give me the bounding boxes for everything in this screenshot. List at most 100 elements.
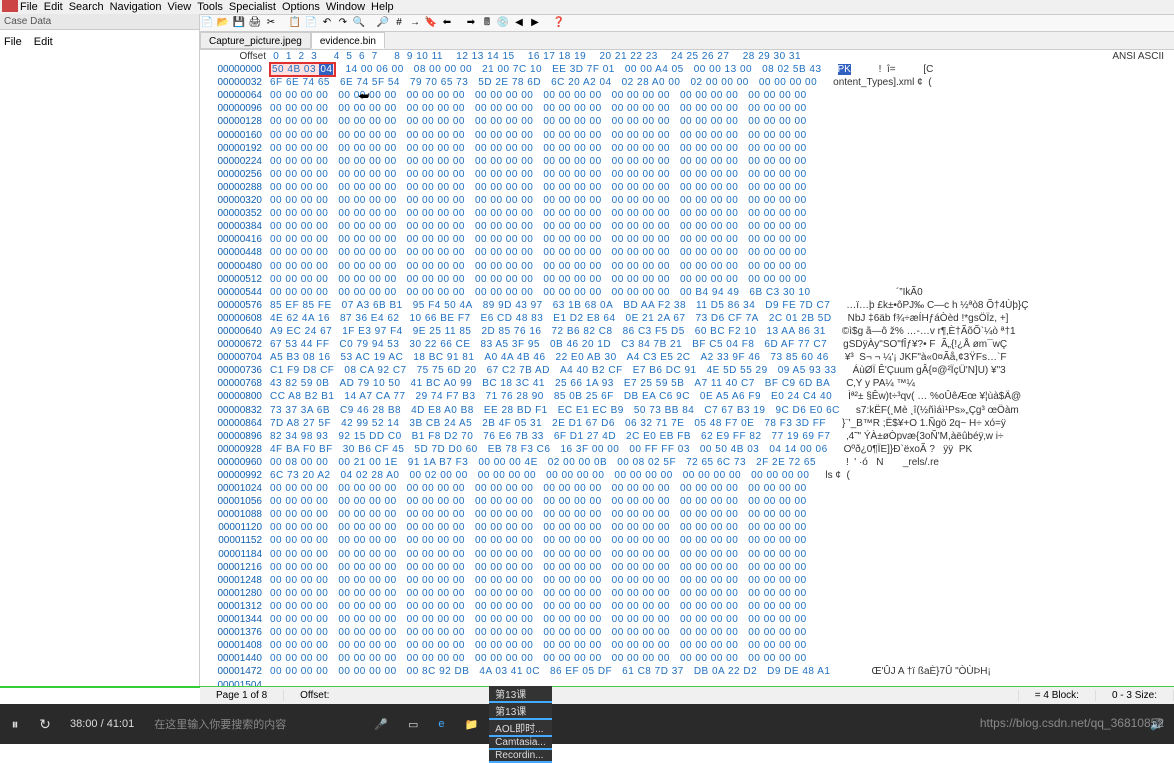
hex-row[interactable]: 0000147200 00 00 0000 00 00 0000 8C 92 D… xyxy=(200,665,1174,678)
hex-row[interactable]: 00000640A9 EC 24 671F E3 97 F49E 25 11 8… xyxy=(200,325,1174,338)
hex-row[interactable]: 00001504 xyxy=(200,679,1174,687)
menu-tools[interactable]: Tools xyxy=(197,1,223,13)
tab-capture_picture-jpeg[interactable]: Capture_picture.jpeg xyxy=(200,32,311,49)
hex-row[interactable]: 0000108800 00 00 0000 00 00 0000 00 00 0… xyxy=(200,508,1174,521)
taskbar-app[interactable]: 第13课 xyxy=(489,703,552,720)
hex-row[interactable]: 0000131200 00 00 0000 00 00 0000 00 00 0… xyxy=(200,600,1174,613)
menu-search[interactable]: Search xyxy=(69,1,104,13)
hex-row[interactable]: 0000012800 00 00 0000 00 00 0000 00 00 0… xyxy=(200,115,1174,128)
hex-view[interactable]: ⮨ Offset 0 1 2 3 4 5 6 7 8 9 10 11 12 13… xyxy=(200,50,1174,686)
mic-icon[interactable]: 🎤 xyxy=(364,704,398,744)
hex-row[interactable]: 0000115200 00 00 0000 00 00 0000 00 00 0… xyxy=(200,534,1174,547)
hex-row[interactable]: 00000704A5 B3 08 1653 AC 19 AC18 BC 91 8… xyxy=(200,351,1174,364)
hex-row[interactable]: 0000137600 00 00 0000 00 00 0000 00 00 0… xyxy=(200,626,1174,639)
task-view-icon[interactable]: ▭ xyxy=(398,704,428,744)
hex-row[interactable]: 0000112000 00 00 0000 00 00 0000 00 00 0… xyxy=(200,521,1174,534)
redo-icon[interactable]: ↷ xyxy=(336,16,350,30)
taskbar-app[interactable]: Camtasia... xyxy=(489,737,552,750)
side-edit-menu[interactable]: Edit xyxy=(34,36,53,48)
menu-options[interactable]: Options xyxy=(282,1,320,13)
menu-file[interactable]: File xyxy=(20,1,38,13)
nav-left-icon[interactable]: ◀ xyxy=(512,16,526,30)
taskbar-app[interactable]: AOL即时... xyxy=(489,720,552,737)
hex-row[interactable]: 0000022400 00 00 0000 00 00 0000 00 00 0… xyxy=(200,155,1174,168)
replay-icon[interactable]: ↻ xyxy=(30,716,60,733)
find-icon[interactable]: 🔎 xyxy=(376,16,390,30)
edge-icon[interactable]: e xyxy=(428,704,454,744)
taskbar: ⏸ ↻ 38:00 / 41:01 在这里输入你要搜索的内容 🎤 ▭ e 📁 第… xyxy=(0,704,1174,744)
menu-help[interactable]: Help xyxy=(371,1,394,13)
hex-row[interactable]: 0000121600 00 00 0000 00 00 0000 00 00 0… xyxy=(200,561,1174,574)
hex-row[interactable]: 0000118400 00 00 0000 00 00 0000 00 00 0… xyxy=(200,548,1174,561)
hex-row[interactable]: 0000105600 00 00 0000 00 00 0000 00 00 0… xyxy=(200,495,1174,508)
back-icon[interactable]: ⬅ xyxy=(440,16,454,30)
hex-row[interactable]: 0000025600 00 00 0000 00 00 0000 00 00 0… xyxy=(200,168,1174,181)
watermark: https://blog.csdn.net/qq_36810852 xyxy=(980,716,1164,730)
menu-edit[interactable]: Edit xyxy=(44,1,63,13)
hex-row[interactable]: 0000144000 00 00 0000 00 00 0000 00 00 0… xyxy=(200,652,1174,665)
hex-row[interactable]: 000000326F 6E 74 656E 74 5F 5479 70 65 7… xyxy=(200,76,1174,89)
hex-row[interactable]: 0000128000 00 00 0000 00 00 0000 00 00 0… xyxy=(200,587,1174,600)
cut-icon[interactable]: ✂ xyxy=(264,16,278,30)
bookmark-icon[interactable]: 🔖 xyxy=(424,16,438,30)
nav-right-icon[interactable]: ▶ xyxy=(528,16,542,30)
menu-view[interactable]: View xyxy=(168,1,192,13)
disk-icon[interactable]: 💿 xyxy=(496,16,510,30)
taskbar-app[interactable]: Recordin... xyxy=(489,750,552,763)
explorer-icon[interactable]: 📁 xyxy=(454,704,488,744)
hex-row[interactable]: 0000134400 00 00 0000 00 00 0000 00 00 0… xyxy=(200,613,1174,626)
hex-row[interactable]: 0000102400 00 00 0000 00 00 0000 00 00 0… xyxy=(200,482,1174,495)
print-icon[interactable]: 🖨 xyxy=(248,16,262,30)
hex-row[interactable]: 0000032000 00 00 0000 00 00 0000 00 00 0… xyxy=(200,194,1174,207)
hex-row[interactable]: 000008647D A8 27 5F42 99 52 143B CB 24 A… xyxy=(200,417,1174,430)
hex-row[interactable]: 0000083273 37 3A 6BC9 46 28 B84D E8 A0 B… xyxy=(200,404,1174,417)
hex-row[interactable]: 0000006400 00 00 0000 00 00 0000 00 00 0… xyxy=(200,89,1174,102)
hex-row[interactable]: 0000124800 00 00 0000 00 00 0000 00 00 0… xyxy=(200,574,1174,587)
tab-evidence-bin[interactable]: evidence.bin xyxy=(311,32,385,49)
hex-row[interactable]: 0000035200 00 00 0000 00 00 0000 00 00 0… xyxy=(200,207,1174,220)
search-input[interactable]: 在这里输入你要搜索的内容 xyxy=(144,704,364,744)
taskbar-app[interactable]: 第13课 xyxy=(489,686,552,703)
menu-window[interactable]: Window xyxy=(326,1,365,13)
hex-row[interactable]: 0000028800 00 00 0000 00 00 0000 00 00 0… xyxy=(200,181,1174,194)
hex-row[interactable]: 0000000050 4B 03 0414 00 06 0008 00 00 0… xyxy=(200,63,1174,76)
hex-row[interactable]: 0000044800 00 00 0000 00 00 0000 00 00 0… xyxy=(200,246,1174,259)
hex-row[interactable]: 00000736C1 F9 D8 CF08 CA 92 C775 75 6D 2… xyxy=(200,364,1174,377)
search-icon[interactable]: 🔍 xyxy=(352,16,366,30)
goto-icon[interactable]: → xyxy=(408,16,422,30)
hex-row[interactable]: 0000057685 EF 85 FE07 A3 6B B195 F4 50 4… xyxy=(200,299,1174,312)
hex-row[interactable]: 0000038400 00 00 0000 00 00 0000 00 00 0… xyxy=(200,220,1174,233)
hex-row[interactable]: 0000096000 08 00 0000 21 00 1E91 1A B7 F… xyxy=(200,456,1174,469)
status-block: = 4 Block: xyxy=(1019,690,1096,701)
hex-row[interactable]: 000009284F BA F0 BF30 B6 CF 455D 7D D0 6… xyxy=(200,443,1174,456)
save-icon[interactable]: 💾 xyxy=(232,16,246,30)
open-icon[interactable]: 📂 xyxy=(216,16,230,30)
pause-icon[interactable]: ⏸ xyxy=(0,716,30,733)
hex-row[interactable]: 0000041600 00 00 0000 00 00 0000 00 00 0… xyxy=(200,233,1174,246)
hex-row[interactable]: 0000048000 00 00 0000 00 00 0000 00 00 0… xyxy=(200,260,1174,273)
hex-row[interactable]: 000006084E 62 4A 1687 36 E4 6210 66 BE F… xyxy=(200,312,1174,325)
hex-row[interactable]: 0000009600 00 00 0000 00 00 0000 00 00 0… xyxy=(200,102,1174,115)
hex-icon[interactable]: # xyxy=(392,16,406,30)
side-file-menu[interactable]: File xyxy=(4,36,22,48)
hex-header: Offset 0 1 2 3 4 5 6 7 8 9 10 11 12 13 1… xyxy=(200,50,1174,63)
file-icon[interactable]: 📄 xyxy=(200,16,214,30)
hex-row[interactable]: 0000140800 00 00 0000 00 00 0000 00 00 0… xyxy=(200,639,1174,652)
hex-row[interactable]: 0000076843 82 59 0BAD 79 10 5041 BC A0 9… xyxy=(200,377,1174,390)
calc-icon[interactable]: 🖩 xyxy=(480,16,494,30)
hex-row[interactable]: 00000800CC A8 B2 B114 A7 CA 7729 74 F7 B… xyxy=(200,390,1174,403)
help-icon[interactable]: ❓ xyxy=(552,16,566,30)
menu-navigation[interactable]: Navigation xyxy=(110,1,162,13)
menu-specialist[interactable]: Specialist xyxy=(229,1,276,13)
forward-icon[interactable]: ➡ xyxy=(464,16,478,30)
paste-icon[interactable]: 📄 xyxy=(304,16,318,30)
hex-row[interactable]: 000009926C 73 20 A204 02 28 A000 02 00 0… xyxy=(200,469,1174,482)
hex-row[interactable]: 0000051200 00 00 0000 00 00 0000 00 00 0… xyxy=(200,273,1174,286)
undo-icon[interactable]: ↶ xyxy=(320,16,334,30)
hex-row[interactable]: 0000089682 34 98 9392 15 DD C0B1 F8 D2 7… xyxy=(200,430,1174,443)
hex-row[interactable]: 0000067267 53 44 FFC0 79 94 5330 22 66 C… xyxy=(200,338,1174,351)
hex-row[interactable]: 0000019200 00 00 0000 00 00 0000 00 00 0… xyxy=(200,142,1174,155)
hex-row[interactable]: 0000054400 00 00 0000 00 00 0000 00 00 0… xyxy=(200,286,1174,299)
copy-icon[interactable]: 📋 xyxy=(288,16,302,30)
hex-row[interactable]: 0000016000 00 00 0000 00 00 0000 00 00 0… xyxy=(200,129,1174,142)
